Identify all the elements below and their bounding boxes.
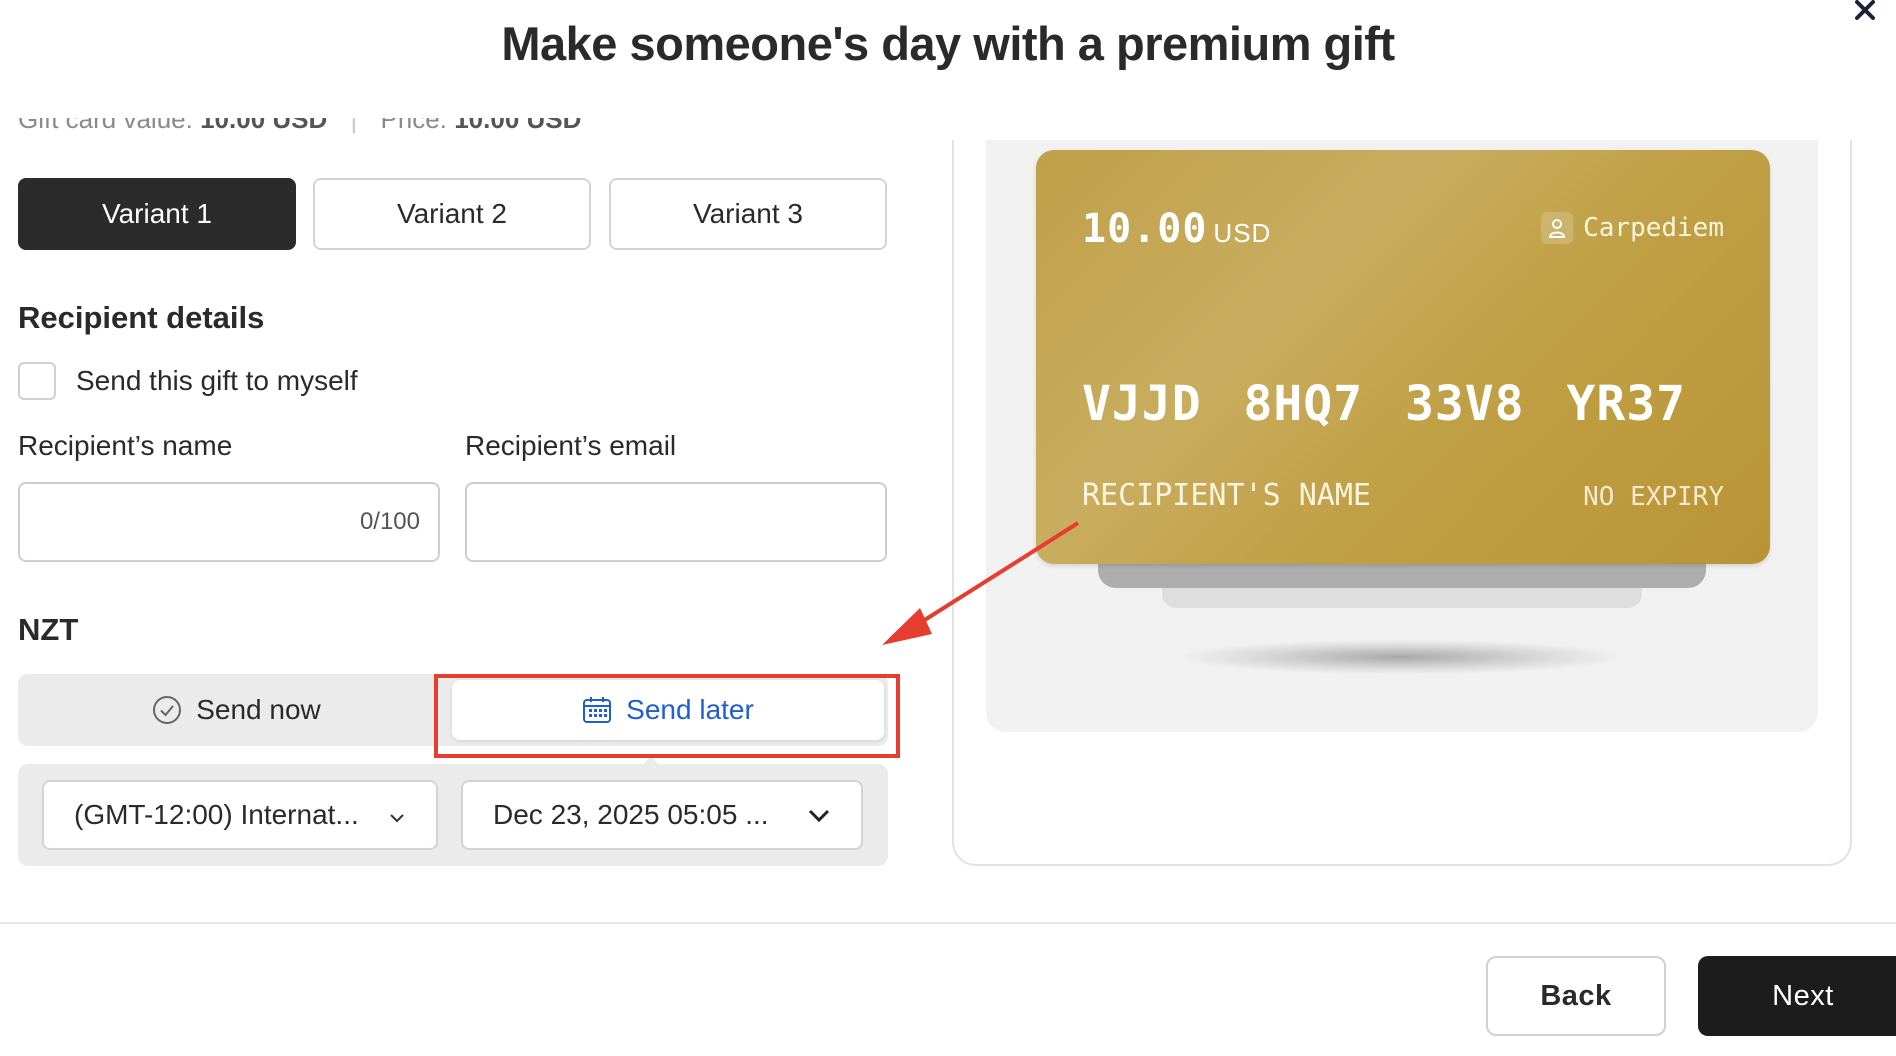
chevron-down-icon: [807, 799, 831, 831]
timezone-heading: NZT: [18, 612, 79, 647]
datetime-value: Dec 23, 2025 05:05 ...: [493, 799, 769, 830]
card-amount-value: 10.00: [1082, 206, 1208, 252]
gift-value: 10.00 USD: [200, 118, 328, 134]
timezone-select[interactable]: (GMT-12:00) Internat...: [42, 780, 438, 850]
gift-card-preview: 10.00 USD Carpediem VJJD 8HQ7 33V8 YR37 R…: [1036, 150, 1770, 564]
footer-divider: [0, 922, 1896, 924]
next-button[interactable]: Next: [1698, 956, 1896, 1036]
card-recipient-name: RECIPIENT'S NAME: [1082, 478, 1371, 513]
recipient-email-label: Recipient’s email: [465, 430, 677, 461]
price-value: 10.00 USD: [454, 118, 582, 134]
timezone-value: (GMT-12:00) Internat...: [74, 799, 359, 830]
card-brand: Carpediem: [1541, 212, 1724, 244]
send-now-label: Send now: [196, 694, 321, 725]
recipient-details-heading: Recipient details: [18, 300, 265, 335]
recipient-email-input[interactable]: [467, 484, 885, 560]
person-icon: [1541, 212, 1574, 244]
variant-1-button[interactable]: Variant 1: [18, 178, 296, 250]
name-char-counter: 0/100: [359, 508, 420, 535]
annotation-highlight-box: [434, 674, 900, 758]
card-amount: 10.00 USD: [1082, 206, 1271, 252]
datetime-select[interactable]: Dec 23, 2025 05:05 ...: [461, 780, 863, 850]
send-to-myself-checkbox[interactable]: [18, 362, 56, 400]
check-circle-icon: [152, 695, 182, 725]
recipient-name-label: Recipient’s name: [18, 430, 233, 461]
recipient-name-field[interactable]: 0/100: [18, 482, 440, 562]
card-code: VJJD 8HQ7 33V8 YR37: [1082, 376, 1687, 432]
send-now-option[interactable]: Send now: [18, 674, 455, 746]
page-title: Make someone's day with a premium gift: [501, 17, 1395, 70]
back-button[interactable]: Back: [1486, 956, 1666, 1036]
price-label: Price:: [380, 118, 447, 134]
send-to-myself-row[interactable]: Send this gift to myself: [18, 362, 358, 400]
gift-dialog: Make someone's day with a premium gift G…: [0, 0, 1896, 1056]
gift-summary: Gift card value: 10.00 USD | Price: 10.0…: [18, 118, 618, 144]
card-expiry: NO EXPIRY: [1583, 482, 1724, 512]
gift-value-label: Gift card value:: [18, 118, 193, 134]
schedule-panel: (GMT-12:00) Internat... Dec 23, 2025 05:…: [18, 764, 888, 866]
card-floor-shadow: [1180, 640, 1620, 674]
close-icon[interactable]: [1853, 0, 1883, 22]
recipient-email-field[interactable]: [465, 482, 887, 562]
card-brand-name: Carpediem: [1583, 213, 1724, 243]
send-to-myself-label: Send this gift to myself: [76, 365, 358, 396]
card-currency: USD: [1213, 218, 1272, 248]
variant-2-button[interactable]: Variant 2: [313, 178, 591, 250]
chevron-down-icon: [388, 799, 406, 831]
variant-3-button[interactable]: Variant 3: [609, 178, 887, 250]
